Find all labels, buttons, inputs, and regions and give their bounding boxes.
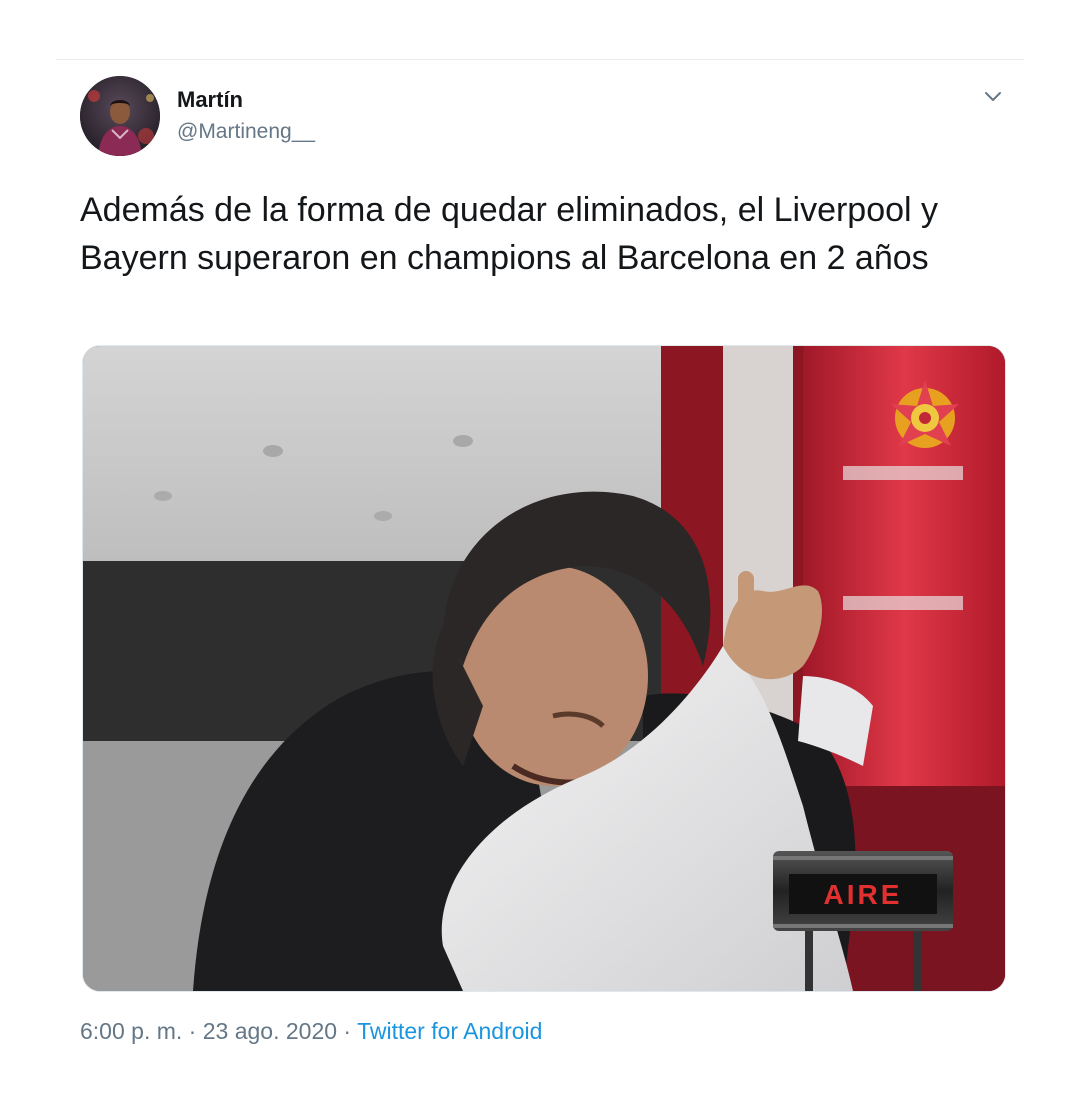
avatar-image <box>80 76 160 156</box>
author-handle[interactable]: @Martineng__ <box>177 118 315 146</box>
avatar[interactable] <box>80 76 160 156</box>
tweet-source-link[interactable]: Twitter for Android <box>357 1018 542 1044</box>
chevron-down-icon[interactable] <box>980 86 1006 108</box>
media-image: AIRE <box>83 346 1005 991</box>
top-divider <box>56 59 1024 60</box>
tweet-meta: 6:00 p. m. · 23 ago. 2020 · Twitter for … <box>80 1015 542 1047</box>
author-display-name[interactable]: Martín <box>177 86 243 114</box>
meta-separator: · <box>343 1018 352 1044</box>
tweet-time[interactable]: 6:00 p. m. <box>80 1018 182 1044</box>
meta-separator: · <box>188 1018 197 1044</box>
media-overlay-text: AIRE <box>824 879 903 910</box>
tweet-text: Además de la forma de quedar eliminados,… <box>80 191 939 277</box>
tweet-media[interactable]: AIRE <box>82 345 1006 992</box>
tweet-date[interactable]: 23 ago. 2020 <box>203 1018 337 1044</box>
